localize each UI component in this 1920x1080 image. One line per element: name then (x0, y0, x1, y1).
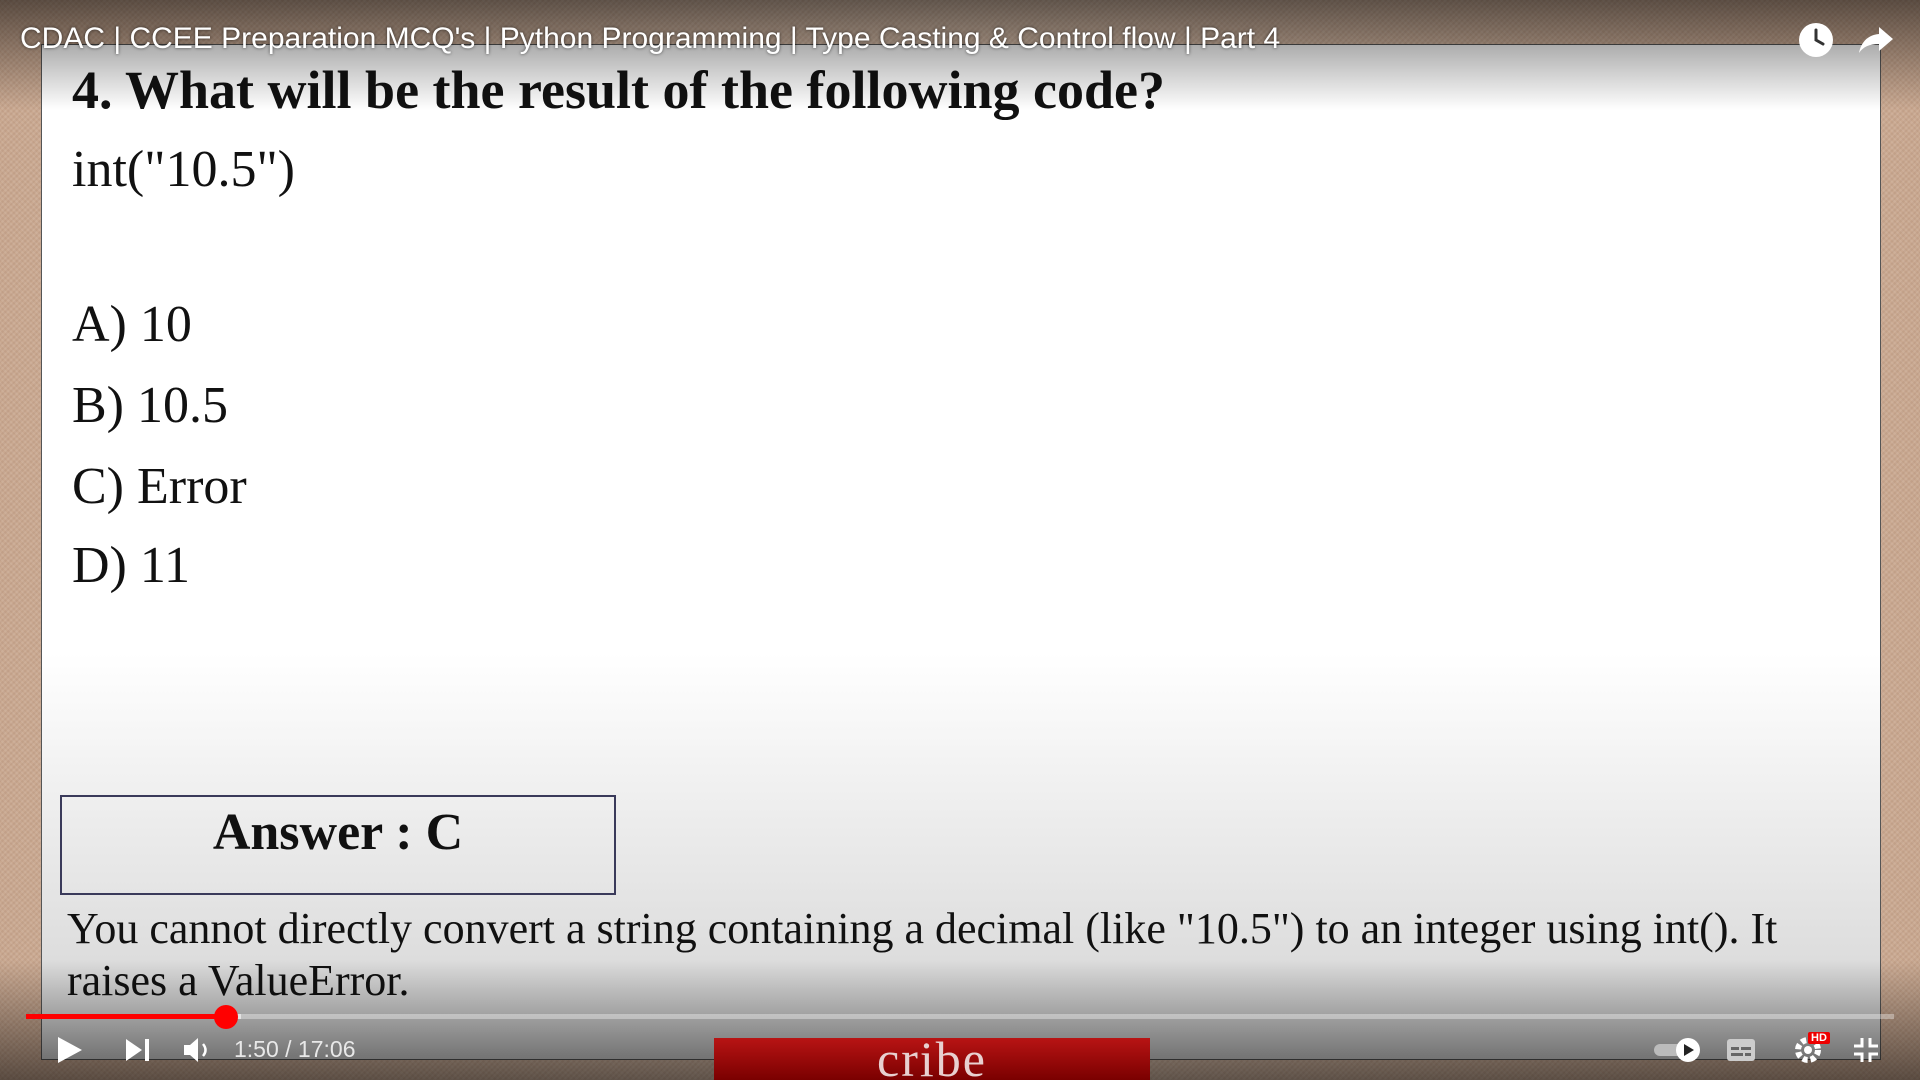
option-a: A) 10 (72, 296, 192, 353)
option-d: D) 11 (72, 537, 190, 594)
option-c: C) Error (72, 458, 247, 515)
play-icon[interactable] (50, 1030, 90, 1070)
next-icon[interactable] (118, 1030, 158, 1070)
video-title[interactable]: CDAC | CCEE Preparation MCQ's | Python P… (20, 22, 1280, 56)
autoplay-toggle-icon[interactable] (1652, 1030, 1702, 1070)
exit-fullscreen-icon[interactable] (1846, 1030, 1886, 1070)
time-display: 1:50 / 17:06 (234, 1036, 356, 1062)
progress-bar[interactable] (26, 1014, 1894, 1019)
gear-icon[interactable]: HD (1786, 1030, 1830, 1070)
progress-played (26, 1014, 226, 1019)
progress-scrubber[interactable] (213, 1005, 238, 1029)
captions-icon[interactable] (1724, 1030, 1758, 1070)
share-arrow-icon[interactable] (1854, 18, 1898, 62)
question-code: int("10.5") (72, 141, 295, 198)
volume-icon[interactable] (178, 1030, 218, 1070)
option-b: B) 10.5 (72, 377, 228, 434)
subscribe-overlay-text: cribe (877, 1038, 987, 1080)
answer-text: Answer : C (212, 804, 464, 861)
clock-icon[interactable] (1794, 18, 1838, 62)
answer-box: Answer : C (60, 795, 616, 895)
subscribe-overlay[interactable]: cribe (714, 1038, 1150, 1080)
hd-badge: HD (1808, 1032, 1830, 1044)
slide: 4. What will be the result of the follow… (41, 44, 1881, 1060)
